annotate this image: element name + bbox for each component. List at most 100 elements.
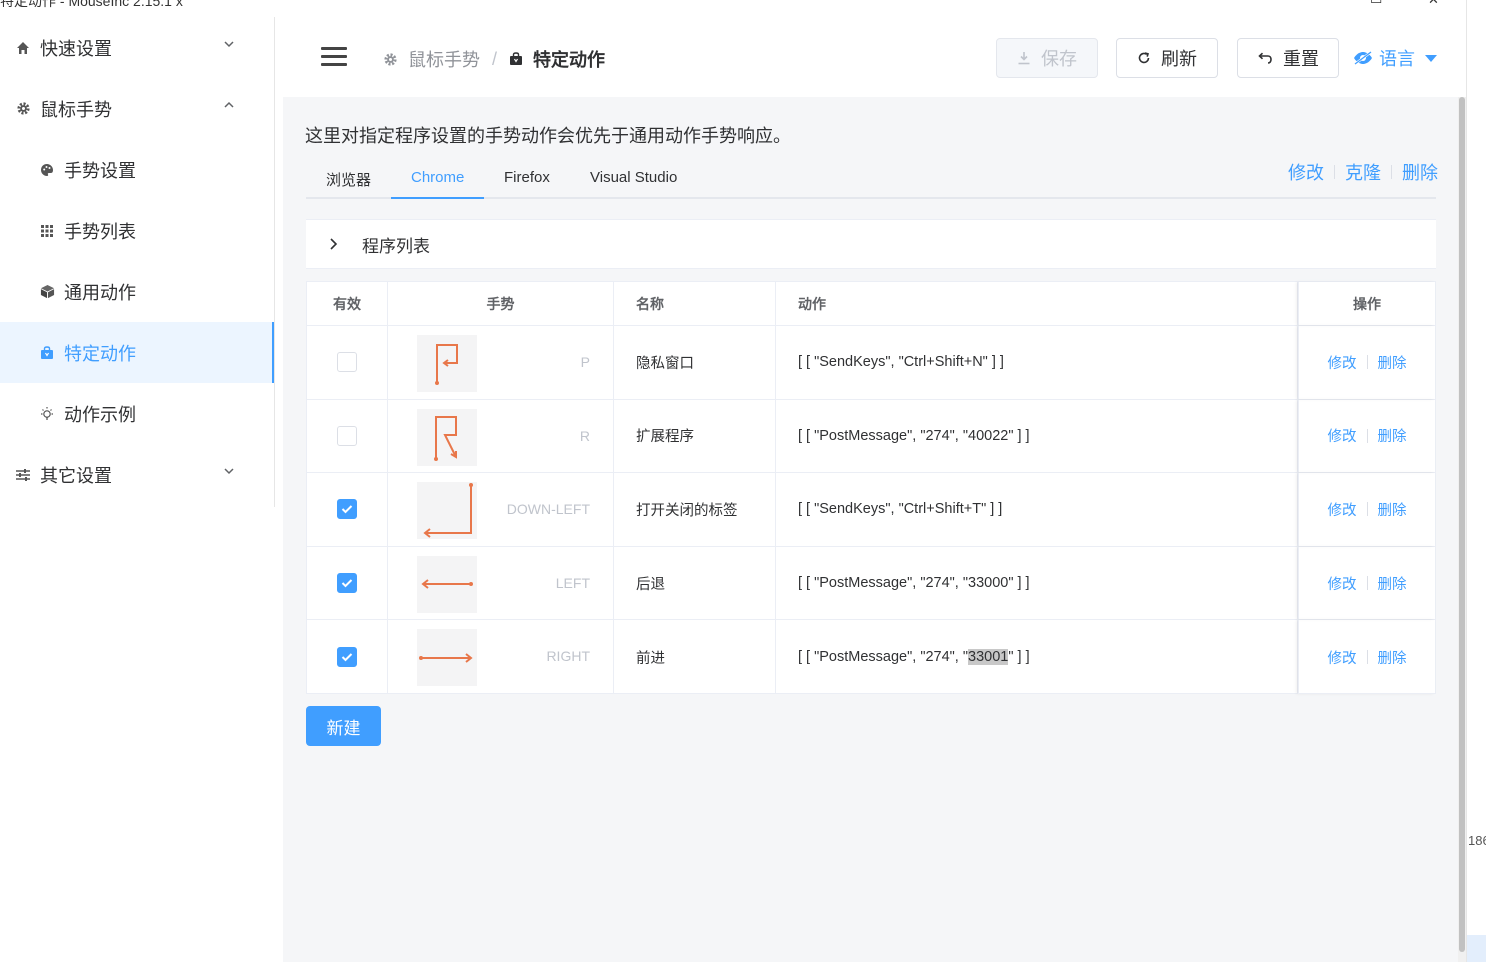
delete-row-link[interactable]: 删除 [1378, 647, 1407, 668]
action-value-pre: [ [ "PostMessage", "274", " [798, 649, 969, 666]
col-ops: 操作 [1298, 282, 1435, 325]
sidebar-item-gesture-settings[interactable]: 手势设置 [0, 139, 274, 200]
bag-icon [38, 344, 56, 362]
window-title: 特定动作 - MouseInc 2.15.1 x [0, 0, 183, 9]
check-icon [341, 653, 353, 662]
bag-icon [510, 52, 523, 65]
action-name: 扩展程序 [614, 399, 776, 473]
chevron-right-icon [328, 238, 338, 250]
sidebar-item-mouse-gesture[interactable]: 鼠标手势 [0, 78, 274, 139]
caret-down-icon [1425, 54, 1437, 62]
cube-icon [38, 283, 56, 301]
language-label: 语言 [1379, 49, 1415, 69]
refresh-button[interactable]: 刷新 [1116, 38, 1218, 78]
col-valid: 有效 [307, 282, 388, 325]
action-value: [ [ "PostMessage", "274", "40022" ] ] [798, 427, 1030, 444]
window-titlebar: 特定动作 - MouseInc 2.15.1 x ▭ ✕ [0, 0, 1486, 18]
program-list-collapse[interactable]: 程序列表 [306, 219, 1436, 269]
vertical-scrollbar[interactable] [1458, 97, 1466, 962]
background-highlight [1467, 935, 1486, 962]
table-row: RIGHT 前进 [ [ "PostMessage", "274", "3300… [307, 620, 1435, 694]
delete-tab-link[interactable]: 删除 [1402, 159, 1438, 185]
sidebar-item-specific-actions[interactable]: 特定动作 [0, 322, 274, 383]
table-row: R 扩展程序 [ [ "PostMessage", "274", "40022"… [307, 399, 1435, 474]
tab-chrome[interactable]: Chrome [411, 169, 464, 186]
divider [1391, 165, 1392, 179]
enabled-checkbox[interactable] [337, 352, 357, 373]
download-icon [1017, 51, 1031, 65]
edit-row-link[interactable]: 修改 [1328, 647, 1357, 668]
sidebar-item-label: 手势设置 [64, 160, 136, 181]
delete-row-link[interactable]: 删除 [1378, 573, 1407, 594]
action-value: [ [ "SendKeys", "Ctrl+Shift+N" ] ] [798, 354, 1004, 371]
sidebar-item-gesture-list[interactable]: 手势列表 [0, 200, 274, 261]
sidebar-item-other-settings[interactable]: 其它设置 [0, 444, 274, 505]
sidebar-item-label: 通用动作 [64, 282, 136, 303]
undo-icon [1257, 51, 1273, 65]
edit-tab-link[interactable]: 修改 [1288, 159, 1324, 185]
clone-tab-link[interactable]: 克隆 [1345, 159, 1381, 185]
grid-icon [38, 222, 56, 240]
edit-row-link[interactable]: 修改 [1328, 499, 1357, 520]
action-name: 打开关闭的标签 [614, 473, 776, 546]
sidebar-item-label: 鼠标手势 [40, 99, 112, 120]
check-icon [341, 579, 353, 588]
col-name: 名称 [614, 282, 776, 325]
sidebar-item-label: 手势列表 [64, 221, 136, 242]
reset-button[interactable]: 重置 [1237, 38, 1339, 78]
enabled-checkbox[interactable] [337, 647, 357, 668]
tab-actions: 修改 克隆 删除 [1288, 159, 1438, 185]
close-icon[interactable]: ✕ [1428, 0, 1439, 8]
maximize-icon[interactable]: ▭ [1370, 0, 1382, 8]
breadcrumb-separator: / [492, 48, 498, 69]
breadcrumb-parent[interactable]: 鼠标手势 [383, 46, 480, 72]
home-icon [14, 39, 32, 57]
action-value-post: " ] ] [1008, 649, 1030, 666]
save-button-label: 保存 [1041, 49, 1077, 69]
gesture-left-icon [417, 555, 477, 613]
gesture-r-icon [417, 408, 477, 466]
enabled-checkbox[interactable] [337, 573, 357, 594]
menu-toggle-icon[interactable] [321, 47, 347, 67]
sliders-icon [14, 466, 32, 484]
action-name: 后退 [614, 546, 776, 620]
save-button[interactable]: 保存 [996, 38, 1098, 78]
gesture-table: 有效 手势 名称 动作 操作 P 隐私窗口 [ [ "SendKeys", "C… [306, 281, 1436, 694]
enabled-checkbox[interactable] [337, 425, 357, 446]
divider [1334, 165, 1335, 179]
edit-row-link[interactable]: 修改 [1328, 425, 1357, 446]
tab-firefox[interactable]: Firefox [504, 169, 550, 186]
enabled-checkbox[interactable] [337, 499, 357, 520]
table-row: LEFT 后退 [ [ "PostMessage", "274", "33000… [307, 546, 1435, 621]
action-value-highlight: 33001 [968, 649, 1009, 666]
sidebar-item-action-examples[interactable]: 动作示例 [0, 383, 274, 444]
col-action: 动作 [776, 282, 1298, 325]
gesture-p-icon [417, 335, 477, 392]
check-icon [341, 505, 353, 514]
delete-row-link[interactable]: 删除 [1378, 425, 1407, 446]
gesture-name: DOWN-LEFT [506, 501, 590, 518]
gesture-down-left-icon [417, 482, 477, 540]
scrollbar-thumb[interactable] [1459, 97, 1465, 952]
sidebar-item-quick-settings[interactable]: 快速设置 [0, 17, 274, 78]
sidebar-item-general-actions[interactable]: 通用动作 [0, 261, 274, 322]
reset-button-label: 重置 [1283, 49, 1319, 69]
gear-icon [14, 100, 32, 118]
gear-icon [384, 52, 397, 66]
new-button[interactable]: 新建 [306, 706, 381, 746]
edit-row-link[interactable]: 修改 [1328, 573, 1357, 594]
breadcrumb: 鼠标手势 / 特定动作 [383, 46, 605, 72]
background-window-edge: 186 [1466, 0, 1486, 962]
tab-visual-studio[interactable]: Visual Studio [590, 169, 677, 186]
tab-browser[interactable]: 浏览器 [326, 169, 371, 190]
refresh-button-label: 刷新 [1161, 49, 1197, 69]
delete-row-link[interactable]: 删除 [1378, 499, 1407, 520]
delete-row-link[interactable]: 删除 [1378, 352, 1407, 373]
action-name: 隐私窗口 [614, 326, 776, 399]
language-dropdown[interactable]: 语言 [1353, 45, 1437, 71]
edit-row-link[interactable]: 修改 [1328, 352, 1357, 373]
action-value: [ [ "SendKeys", "Ctrl+Shift+T" ] ] [798, 501, 1003, 518]
gesture-name: R [579, 427, 590, 444]
active-tab-indicator [391, 197, 484, 199]
page-description: 这里对指定程序设置的手势动作会优先于通用动作手势响应。 [305, 126, 791, 146]
